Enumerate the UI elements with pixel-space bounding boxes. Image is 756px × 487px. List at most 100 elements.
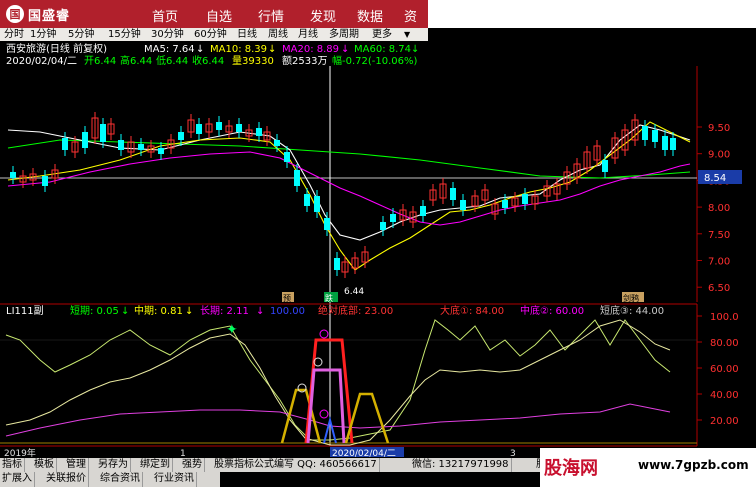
price-tick-label: 6.50 bbox=[708, 283, 730, 294]
indicator-tick-label: 80.00 bbox=[710, 338, 739, 349]
period-tab-monthly[interactable]: 月线 bbox=[298, 28, 318, 41]
brand-logo[interactable]: 国 国盛睿 bbox=[6, 4, 70, 24]
info-volume: 量39330 bbox=[232, 55, 274, 67]
indicator-tick-label: 20.00 bbox=[710, 416, 739, 427]
toolbar-indicator[interactable]: 指标 bbox=[0, 458, 25, 472]
mid-arrow-icon: ↓ bbox=[185, 306, 193, 317]
indicator-100: 100.00 bbox=[270, 306, 305, 317]
period-tab-daily[interactable]: 日线 bbox=[237, 28, 257, 41]
ma5-label: MA5: 7.64 bbox=[144, 44, 195, 55]
info-date: 2020/02/04/二 bbox=[6, 56, 77, 67]
period-tab-60min[interactable]: 60分钟 bbox=[194, 28, 227, 41]
candle-down bbox=[294, 170, 300, 186]
watermark: 股海网 www.7gpzb.com bbox=[540, 448, 756, 487]
watermark-logo: 股海网 bbox=[544, 458, 598, 479]
candle-down bbox=[138, 144, 144, 150]
candle-down bbox=[158, 148, 164, 154]
period-tab-30min[interactable]: 30分钟 bbox=[151, 28, 184, 41]
price-tick-label: 9.00 bbox=[708, 150, 730, 161]
current-price-value: 8.54 bbox=[704, 173, 726, 184]
info-amount: 额2533万 bbox=[282, 54, 327, 67]
period-tab-15min[interactable]: 15分钟 bbox=[108, 28, 141, 41]
candle-down bbox=[10, 172, 16, 178]
period-tab-more[interactable]: 更多 bbox=[372, 28, 392, 41]
time-label-cursor: 2020/02/04/二 bbox=[332, 449, 396, 458]
indicator-name[interactable]: LI111副 bbox=[6, 305, 44, 317]
info-change: 幅-0.72(-10.06%) bbox=[332, 54, 418, 67]
toolbar-bind-to[interactable]: 绑定到 bbox=[138, 458, 173, 472]
low-price-label: 6.44 bbox=[344, 287, 364, 297]
candle-down bbox=[324, 218, 330, 230]
candle-down bbox=[118, 140, 124, 150]
bottom-toolbar-2: 扩展入 关联报价 综合资讯 行业资讯 bbox=[0, 472, 220, 487]
period-tab-5min[interactable]: 5分钟 bbox=[68, 28, 94, 41]
star-marker-icon: ✦ bbox=[226, 322, 238, 338]
candle-down bbox=[82, 132, 88, 148]
indicator-abs-bottom: 绝对底部: 23.00 bbox=[318, 304, 393, 317]
candle-down bbox=[450, 188, 456, 200]
signal-circle-bottom bbox=[319, 409, 329, 419]
toolbar-manage[interactable]: 管理 bbox=[64, 458, 89, 472]
candle-down bbox=[42, 176, 48, 186]
toolbar-wechat: 微信: 13217971998 bbox=[410, 458, 512, 472]
indicator-short-line bbox=[5, 319, 671, 441]
price-tick-label: 7.50 bbox=[708, 230, 730, 241]
toolbar-related-quote[interactable]: 关联报价 bbox=[44, 472, 89, 487]
ma20-arrow-icon: ↓ bbox=[341, 44, 349, 55]
indicator-tick-label: 100.0 bbox=[710, 312, 739, 323]
toolbar-industry-news[interactable]: 行业资讯 bbox=[152, 472, 197, 487]
nav-home[interactable]: 首页 bbox=[152, 6, 178, 25]
chart-canvas[interactable]: 西安旅游(日线 前复权) MA5: 7.64 ↓ MA10: 8.39 ↓ MA… bbox=[0, 41, 756, 458]
marker-chao: 剑鸦 bbox=[623, 293, 639, 303]
candle-down bbox=[652, 130, 658, 142]
toolbar-save-as[interactable]: 另存为 bbox=[96, 458, 131, 472]
price-tick-label: 9.50 bbox=[708, 123, 730, 134]
time-label-3: 3 bbox=[510, 449, 516, 458]
candle-down bbox=[178, 132, 184, 140]
candle-down bbox=[460, 200, 466, 210]
period-tab-multi[interactable]: 多周期 bbox=[329, 28, 359, 41]
ma20-label: MA20: 8.89 bbox=[282, 44, 339, 55]
nav-watchlist[interactable]: 自选 bbox=[206, 6, 232, 25]
candle-down bbox=[284, 152, 290, 162]
more-chevron-icon[interactable]: ▼ bbox=[404, 28, 410, 41]
candle-down bbox=[602, 160, 608, 172]
bottom-toolbar: 指标 模板 管理 另存为 绑定到 强势 股票指标公式编写 QQ: 4605666… bbox=[0, 458, 612, 472]
candle-down bbox=[522, 194, 528, 204]
ma10-line bbox=[7, 121, 691, 271]
indicator-tick-label: 40.00 bbox=[710, 390, 739, 401]
info-open: 开6.44 bbox=[84, 56, 116, 67]
indicator-short: 短期: 0.05 bbox=[70, 304, 119, 317]
watermark-url: www.7gpzb.com bbox=[638, 458, 749, 472]
toolbar-template[interactable]: 模板 bbox=[32, 458, 57, 472]
time-label-2019: 2019年 bbox=[4, 447, 36, 458]
period-tab-1min[interactable]: 1分钟 bbox=[30, 28, 56, 41]
toolbar-expand[interactable]: 扩展入 bbox=[0, 472, 35, 487]
toolbar-composite-news[interactable]: 综合资讯 bbox=[98, 472, 143, 487]
brand-name: 国盛睿 bbox=[28, 8, 71, 24]
toolbar-strong[interactable]: 强势 bbox=[180, 458, 205, 472]
indicator-long: 长期: 2.11 bbox=[200, 305, 249, 317]
indicator-tick-label: 60.00 bbox=[710, 364, 739, 375]
nav-market[interactable]: 行情 bbox=[258, 6, 284, 25]
candle-down bbox=[670, 138, 676, 150]
price-tick-label: 7.00 bbox=[708, 257, 730, 268]
candle-down bbox=[314, 196, 320, 212]
period-tab-weekly[interactable]: 周线 bbox=[268, 28, 288, 41]
app-window: 国 国盛睿 首页 自选 行情 发现 数据 资讯 分时 1分钟 5分钟 15分钟 … bbox=[0, 0, 756, 487]
ma5-arrow-icon: ↓ bbox=[196, 44, 204, 55]
nav-data[interactable]: 数据 bbox=[357, 6, 383, 25]
top-nav-bar: 国 国盛睿 首页 自选 行情 发现 数据 资讯 bbox=[0, 0, 428, 44]
nav-discover[interactable]: 发现 bbox=[310, 6, 336, 25]
candle-down bbox=[380, 222, 386, 230]
candle-down bbox=[256, 128, 262, 136]
period-tab-timeshare[interactable]: 分时 bbox=[4, 28, 24, 41]
indicator-big-bottom: 大底①: 84.00 bbox=[440, 304, 504, 317]
candle-down bbox=[662, 136, 668, 150]
candle-down bbox=[236, 124, 242, 132]
candle-down bbox=[216, 122, 222, 130]
indicator-mid-bottom: 中底②: 60.00 bbox=[520, 304, 584, 317]
info-close: 收6.44 bbox=[192, 54, 224, 67]
short-arrow-icon: ↓ bbox=[121, 306, 129, 317]
info-high: 高6.44 bbox=[120, 54, 152, 67]
